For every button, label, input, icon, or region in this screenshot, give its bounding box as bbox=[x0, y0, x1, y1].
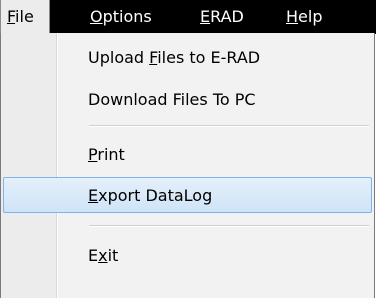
file-dropdown-menu: Upload Files to E-RAD Download Files To … bbox=[0, 33, 375, 298]
item-text: rint bbox=[97, 145, 125, 164]
menu-item-exit[interactable]: Exit bbox=[1, 238, 373, 274]
item-text: E bbox=[88, 246, 99, 265]
menu-item-print[interactable]: Print bbox=[1, 137, 373, 173]
menu-separator bbox=[89, 225, 369, 227]
menu-help-label: elp bbox=[298, 7, 323, 26]
item-accel: x bbox=[98, 246, 108, 265]
item-accel: E bbox=[88, 186, 99, 205]
menu-bar: File Options ERAD Help bbox=[0, 0, 376, 34]
menu-file-label: ile bbox=[15, 7, 34, 26]
item-text: xport DataLog bbox=[98, 186, 213, 205]
item-text: Download Files To PC bbox=[88, 90, 256, 109]
menu-options[interactable]: Options bbox=[84, 0, 158, 34]
menu-separator bbox=[89, 125, 369, 127]
item-accel: F bbox=[149, 48, 158, 67]
menu-help-accel: H bbox=[286, 7, 299, 26]
menu-file-accel: F bbox=[7, 7, 16, 26]
menu-item-upload-files[interactable]: Upload Files to E-RAD bbox=[1, 40, 373, 76]
menu-help[interactable]: Help bbox=[280, 0, 328, 34]
menu-erad-label: RAD bbox=[210, 7, 244, 26]
menu-options-accel: O bbox=[90, 7, 103, 26]
menu-item-download-files[interactable]: Download Files To PC bbox=[1, 82, 373, 118]
item-text: iles to E-RAD bbox=[157, 48, 261, 67]
menu-item-export-datalog[interactable]: Export DataLog bbox=[3, 177, 372, 213]
item-text: Upload bbox=[88, 48, 150, 67]
menu-file[interactable]: File bbox=[0, 0, 50, 34]
menu-erad-accel: E bbox=[200, 7, 211, 26]
menu-options-label: ptions bbox=[102, 7, 152, 26]
menu-erad[interactable]: ERAD bbox=[194, 0, 250, 34]
item-accel: P bbox=[88, 145, 98, 164]
item-text: it bbox=[107, 246, 119, 265]
